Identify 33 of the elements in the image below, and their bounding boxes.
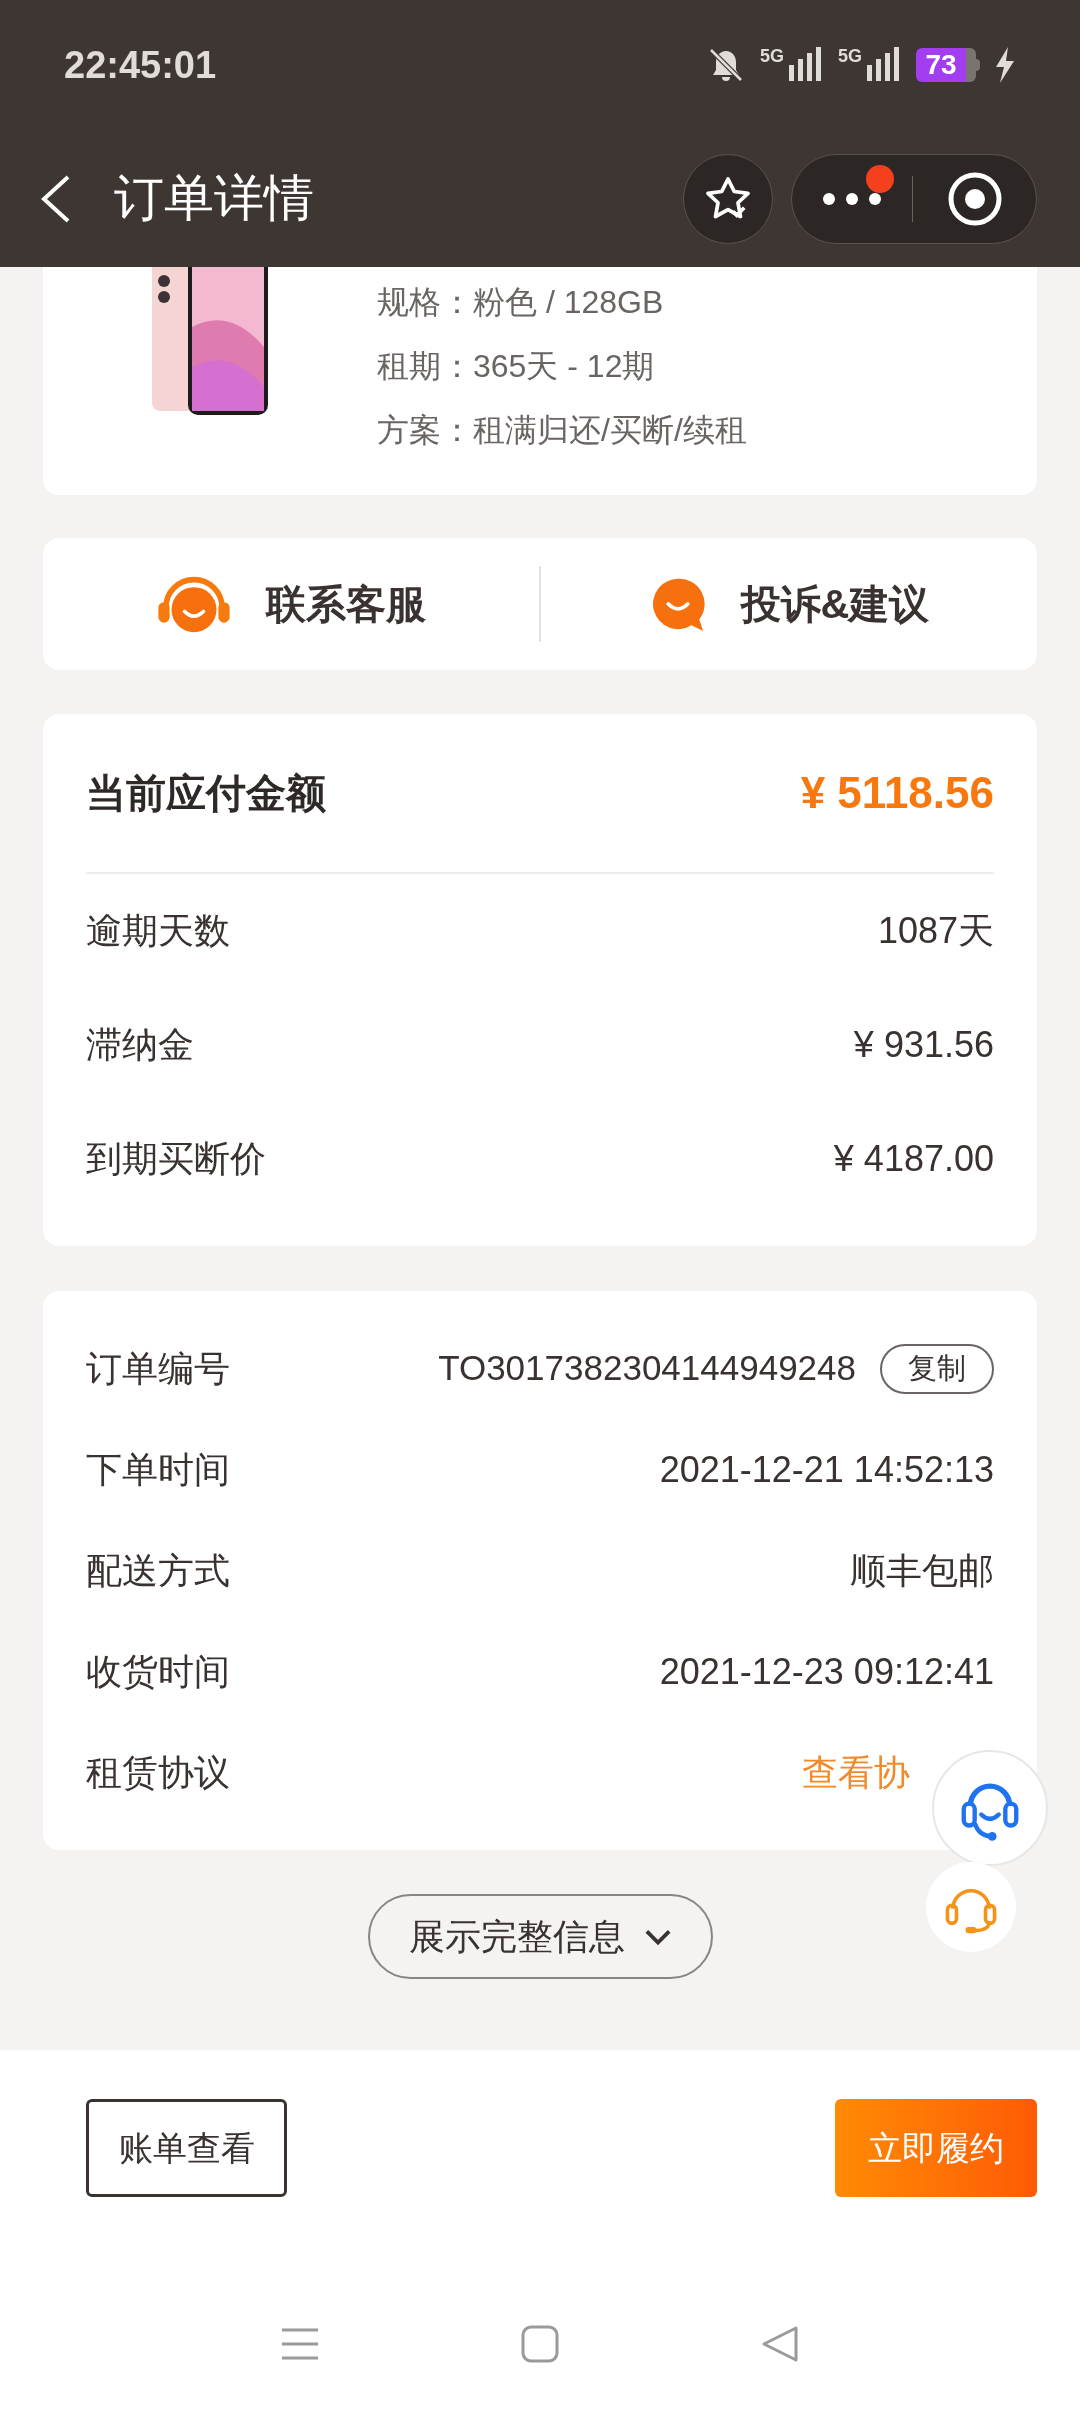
order-number: TO3017382304144949248 <box>438 1347 856 1390</box>
row-label: 下单时间 <box>86 1447 230 1492</box>
row-value: ¥ 931.56 <box>853 1023 994 1067</box>
spec-label: 方案： <box>377 411 473 450</box>
spec-label: 规格： <box>377 283 473 322</box>
row-label: 收货时间 <box>86 1649 230 1694</box>
spec-value: 租满归还/买断/续租 <box>473 411 747 450</box>
row-label: 配送方式 <box>86 1548 230 1593</box>
spec-label: 租期： <box>377 347 473 386</box>
row-label: 租赁协议 <box>86 1750 230 1795</box>
network-type: 5G <box>838 47 862 65</box>
row-label: 到期买断价 <box>86 1137 266 1181</box>
bill-button[interactable]: 账单查看 <box>86 2099 287 2197</box>
copy-button[interactable]: 复制 <box>880 1343 994 1394</box>
spec-value: 365天 - 12期 <box>473 347 655 386</box>
status-time: 22:45:01 <box>64 42 217 88</box>
expand-button[interactable]: 展示完整信息 <box>367 1894 713 1979</box>
row-value: 1087天 <box>877 909 994 953</box>
row-label: 滞纳金 <box>86 1023 194 1067</box>
contact-service-button[interactable]: 联系客服 <box>43 538 539 670</box>
battery-indicator: 73 <box>916 48 976 82</box>
row-value: ¥ 4187.00 <box>833 1137 994 1181</box>
row-value: 2021-12-21 14:52:13 <box>659 1447 994 1492</box>
feedback-button[interactable]: 投诉&建议 <box>541 538 1037 670</box>
row-value: 2021-12-23 09:12:41 <box>659 1649 994 1694</box>
network-type: 5G <box>759 47 784 65</box>
spec-value: 粉色 / 128GB <box>473 283 664 322</box>
row-value: 顺丰包邮 <box>850 1548 994 1593</box>
payment-title: 当前应付金额 <box>86 770 326 817</box>
payment-amount: ¥ 5118.56 <box>800 767 994 819</box>
row-label: 逾期天数 <box>86 909 230 953</box>
page-title: 订单详情 <box>114 169 314 228</box>
row-label: 订单编号 <box>86 1346 230 1391</box>
